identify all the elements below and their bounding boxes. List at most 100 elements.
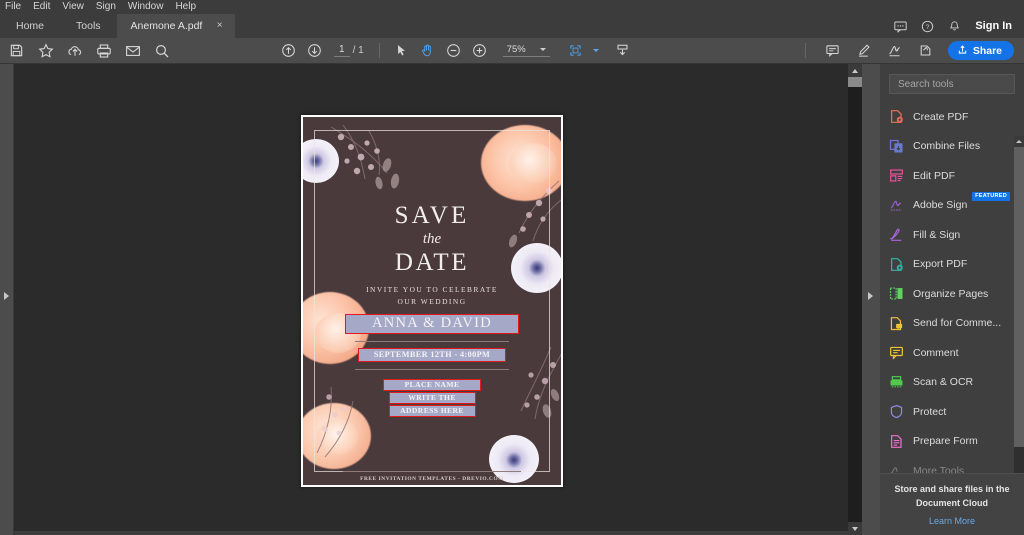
form-field-address-line2[interactable]: ADDRESS HERE xyxy=(388,404,476,417)
document-viewer[interactable]: SAVE the DATE INVITE YOU TO CELEBRATE OU… xyxy=(14,64,848,535)
tool-item-send-for-comments[interactable]: Send for Comme... xyxy=(889,309,1024,339)
tools-pane-scrollbar[interactable] xyxy=(1014,136,1024,473)
menu-item-view[interactable]: View xyxy=(62,0,84,14)
promo-line-2: Document Cloud xyxy=(916,497,988,508)
main-toolbar: 1 / 1 75% Share xyxy=(0,38,1024,64)
fill-sign-icon xyxy=(889,227,904,242)
tab-strip: Home Tools Anemone A.pdf × ? Sign In xyxy=(0,14,1024,38)
form-field-place-name[interactable]: PLACE NAME xyxy=(383,378,481,391)
tool-item-scan-and-ocr[interactable]: Scan & OCR xyxy=(889,368,1024,398)
scroll-mode-icon[interactable] xyxy=(614,42,631,59)
current-page-input[interactable]: 1 xyxy=(334,44,350,57)
organize-pages-icon xyxy=(889,286,904,301)
search-tools-input[interactable] xyxy=(898,78,1006,90)
card-footer-credit: FREE INVITATION TEMPLATES - DREVIO.COM xyxy=(360,475,504,482)
share-button-label: Share xyxy=(972,44,1002,57)
tool-label: Protect xyxy=(913,405,947,418)
learn-more-link[interactable]: Learn More xyxy=(929,516,975,526)
expand-left-pane-icon[interactable] xyxy=(4,292,9,300)
tool-item-adobe-sign[interactable]: Adobe Sign FEATURED xyxy=(889,191,1024,221)
left-navigation-rail[interactable] xyxy=(0,64,14,535)
sign-in-button[interactable]: Sign In xyxy=(975,20,1012,32)
chevron-down-icon xyxy=(539,48,546,51)
tool-label: Adobe Sign xyxy=(913,199,968,212)
tool-item-protect[interactable]: Protect xyxy=(889,397,1024,427)
menu-item-sign[interactable]: Sign xyxy=(96,0,116,14)
zoom-out-icon[interactable] xyxy=(445,42,462,59)
menu-item-window[interactable]: Window xyxy=(128,0,164,14)
tool-item-edit-pdf[interactable]: Edit PDF xyxy=(889,161,1024,191)
zoom-level-selector[interactable]: 75% xyxy=(502,44,550,57)
share-button[interactable]: Share xyxy=(947,41,1014,60)
more-tools-icon xyxy=(889,463,904,473)
hand-tool-icon[interactable] xyxy=(419,42,436,59)
bell-icon[interactable] xyxy=(948,20,961,33)
fit-page-icon[interactable] xyxy=(567,42,584,59)
chat-icon[interactable] xyxy=(894,20,908,33)
help-icon[interactable]: ? xyxy=(921,20,934,33)
tab-strip-actions: ? Sign In xyxy=(894,14,1024,38)
menu-item-edit[interactable]: Edit xyxy=(33,0,50,14)
tool-item-prepare-form[interactable]: Prepare Form xyxy=(889,427,1024,457)
tools-scroll-up-icon[interactable] xyxy=(1014,136,1024,147)
prepare-form-icon xyxy=(889,434,904,449)
tools-scrollbar-thumb[interactable] xyxy=(1014,147,1024,447)
page-down-icon[interactable] xyxy=(306,42,323,59)
menu-item-help[interactable]: Help xyxy=(175,0,196,14)
tools-pane: Create PDF Combine Files Edit PDF xyxy=(880,64,1024,535)
tab-home[interactable]: Home xyxy=(0,14,60,38)
comment-icon[interactable] xyxy=(824,42,841,59)
fill-sign-icon[interactable] xyxy=(917,42,934,59)
tab-document[interactable]: Anemone A.pdf × xyxy=(116,14,235,38)
document-vertical-scrollbar[interactable] xyxy=(848,64,862,535)
right-pane-toggle-rail[interactable] xyxy=(862,64,880,535)
tool-item-comment[interactable]: Comment xyxy=(889,338,1024,368)
tool-label: Prepare Form xyxy=(913,435,978,448)
zoom-in-icon[interactable] xyxy=(471,42,488,59)
comment-icon xyxy=(889,345,904,361)
select-cursor-icon[interactable] xyxy=(393,42,410,59)
pdf-page[interactable]: SAVE the DATE INVITE YOU TO CELEBRATE OU… xyxy=(301,115,563,487)
expand-right-pane-icon[interactable] xyxy=(868,292,873,300)
create-pdf-icon xyxy=(889,109,904,124)
search-tools-field[interactable] xyxy=(889,74,1015,94)
toolbar-divider-right xyxy=(804,43,806,58)
form-field-address-line1[interactable]: WRITE THE xyxy=(388,391,476,404)
tool-item-more-tools[interactable]: More Tools xyxy=(889,456,1024,473)
scrollbar-thumb[interactable] xyxy=(848,77,862,87)
tool-item-combine-files[interactable]: Combine Files xyxy=(889,132,1024,162)
form-field-couple-names[interactable]: ANNA & DAVID xyxy=(345,313,519,334)
upload-cloud-icon[interactable] xyxy=(66,42,83,59)
tool-label: Comment xyxy=(913,346,959,359)
zoom-level-value: 75% xyxy=(506,44,526,55)
highlight-icon[interactable] xyxy=(855,42,872,59)
tab-tools[interactable]: Tools xyxy=(60,14,117,38)
close-icon[interactable]: × xyxy=(215,21,225,31)
fit-page-chevron-icon[interactable] xyxy=(592,49,599,52)
star-icon[interactable] xyxy=(37,42,54,59)
page-navigation: 1 / 1 xyxy=(334,44,364,57)
edit-pdf-icon xyxy=(889,168,904,183)
scroll-up-icon[interactable] xyxy=(848,64,862,77)
menu-item-file[interactable]: File xyxy=(5,0,21,14)
scroll-down-icon[interactable] xyxy=(848,522,862,535)
form-field-date-time[interactable]: SEPTEMBER 12TH - 4:00PM xyxy=(358,347,506,362)
tool-item-fill-and-sign[interactable]: Fill & Sign xyxy=(889,220,1024,250)
print-icon[interactable] xyxy=(95,42,112,59)
tool-label: Send for Comme... xyxy=(913,317,1002,330)
tool-label: Scan & OCR xyxy=(913,376,974,389)
sign-icon[interactable] xyxy=(886,42,903,59)
tool-item-create-pdf[interactable]: Create PDF xyxy=(889,102,1024,132)
tool-item-organize-pages[interactable]: Organize Pages xyxy=(889,279,1024,309)
featured-badge: FEATURED xyxy=(972,191,1010,201)
document-horizontal-scrollbar[interactable] xyxy=(14,531,848,535)
promo-line-1: Store and share files in the xyxy=(894,484,1010,495)
tool-item-export-pdf[interactable]: Export PDF xyxy=(889,250,1024,280)
send-for-comments-icon xyxy=(889,316,904,331)
toolbar-right-group: Share xyxy=(801,41,1024,60)
save-icon[interactable] xyxy=(8,42,25,59)
page-up-icon[interactable] xyxy=(280,42,297,59)
email-icon[interactable] xyxy=(124,42,141,59)
search-icon[interactable] xyxy=(153,42,170,59)
tools-list: Create PDF Combine Files Edit PDF Adobe … xyxy=(880,102,1024,473)
